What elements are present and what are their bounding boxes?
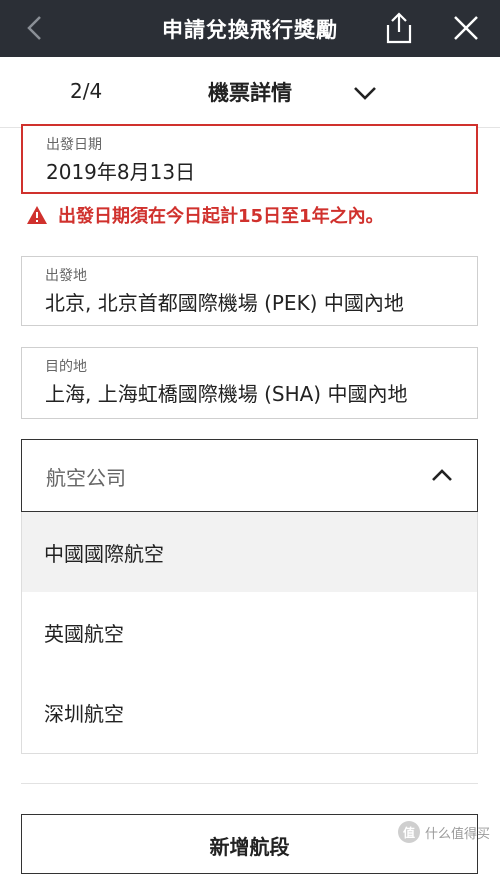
origin-value: 北京, 北京首都國際機場 (PEK) 中國內地 [45,291,404,315]
share-icon [386,12,412,44]
departure-date-error: 出發日期須在今日起計15日至1年之內。 [26,200,384,230]
airline-placeholder: 航空公司 [46,466,126,490]
departure-date-field[interactable]: 出發日期 2019年8月13日 [21,124,478,194]
chevron-up-icon [432,469,452,481]
origin-label: 出發地 [45,268,87,284]
watermark-badge: 值 [398,821,420,843]
airline-dropdown[interactable]: 航空公司 [21,439,478,512]
error-text: 出發日期須在今日起計15日至1年之內。 [58,206,384,227]
chevron-down-icon[interactable] [352,83,378,103]
destination-label: 目的地 [45,359,87,375]
destination-value: 上海, 上海虹橋國際機場 (SHA) 中國內地 [45,382,408,406]
airline-option[interactable]: 深圳航空 [22,672,477,752]
watermark: 值 什么值得买 [398,820,490,844]
close-icon [454,16,478,40]
destination-field[interactable]: 目的地 上海, 上海虹橋國際機場 (SHA) 中國內地 [21,347,478,419]
origin-field[interactable]: 出發地 北京, 北京首都國際機場 (PEK) 中國內地 [21,256,478,326]
watermark-text: 什么值得买 [425,826,491,842]
section-divider [21,783,478,784]
warning-icon [27,206,47,224]
app-header: 申請兌換飛行獎勵 [0,0,500,57]
departure-date-value: 2019年8月13日 [46,160,196,184]
airline-option[interactable]: 中國國際航空 [22,512,477,592]
step-title: 機票詳情 [208,81,292,105]
page-title: 申請兌換飛行獎勵 [162,17,338,42]
departure-date-label: 出發日期 [46,137,102,153]
airline-options-list: 中國國際航空 英國航空 深圳航空 [21,512,478,754]
airline-option[interactable]: 英國航空 [22,592,477,672]
step-header[interactable]: 2/4 機票詳情 [0,57,500,128]
close-button[interactable] [446,8,486,48]
share-button[interactable] [380,8,418,48]
